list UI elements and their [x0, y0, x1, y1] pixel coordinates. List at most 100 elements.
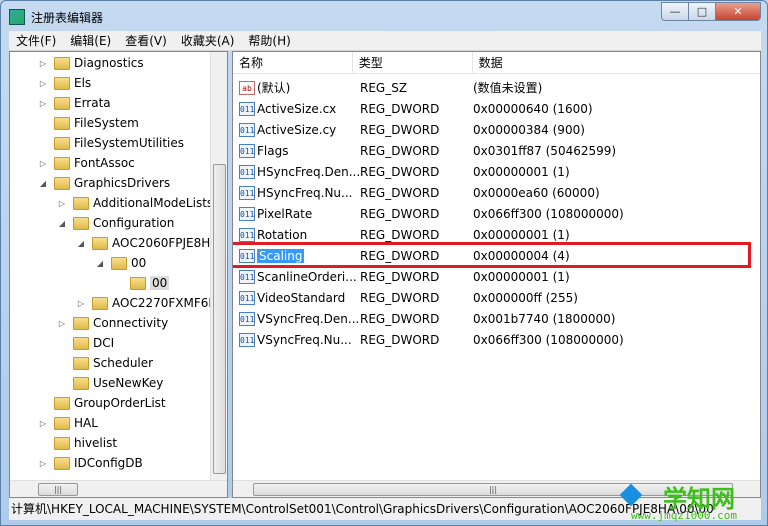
- value-name: Rotation: [257, 227, 308, 242]
- tree-item[interactable]: ▷ HAL: [38, 413, 98, 433]
- folder-icon: [54, 136, 70, 150]
- expand-toggle-icon[interactable]: ▷: [57, 319, 67, 328]
- tree-item-label: FileSystem: [74, 116, 139, 130]
- tree-item[interactable]: Scheduler: [57, 353, 153, 373]
- menu-file[interactable]: 文件(F): [9, 32, 63, 49]
- value-row[interactable]: 011 ScanlineOrderi... REG_DWORD 0x00000001 …: [233, 266, 570, 287]
- value-type: REG_DWORD: [360, 311, 440, 326]
- folder-icon: [73, 316, 89, 330]
- tree-item[interactable]: ◢ 00: [95, 253, 146, 273]
- tree-item-label: Connectivity: [93, 316, 169, 330]
- column-data[interactable]: 数据: [473, 52, 760, 74]
- tree-item-label: Diagnostics: [74, 56, 144, 70]
- folder-icon: [54, 396, 70, 410]
- menu-view[interactable]: 查看(V): [118, 32, 174, 49]
- expand-toggle-icon[interactable]: ▷: [38, 79, 48, 88]
- tree-item-label: Scheduler: [93, 356, 154, 370]
- value-data: 0x00000001 (1): [473, 227, 570, 242]
- expand-toggle-icon[interactable]: ▷: [76, 299, 86, 308]
- value-row[interactable]: 011 VSyncFreq.Nu... REG_DWORD 0x066ff300 (1…: [233, 329, 624, 350]
- binary-value-icon: 011: [239, 206, 255, 221]
- value-row[interactable]: 011 HSyncFreq.Den... REG_DWORD 0x00000001 (…: [233, 161, 570, 182]
- expand-toggle-icon[interactable]: ◢: [38, 179, 48, 188]
- tree-item-label: UseNewKey: [93, 376, 164, 390]
- expand-toggle-icon[interactable]: ▷: [57, 199, 67, 208]
- column-name[interactable]: 名称: [233, 52, 353, 74]
- value-name: Flags: [257, 143, 289, 158]
- tree-item[interactable]: ▷ Errata: [38, 93, 111, 113]
- tree-item-label: Configuration: [93, 216, 175, 230]
- tree-item[interactable]: ◢ Configuration: [57, 213, 174, 233]
- value-row[interactable]: 011 VideoStandard REG_DWORD 0x000000ff (255…: [233, 287, 578, 308]
- expand-toggle-icon[interactable]: ◢: [95, 259, 105, 268]
- tree-item[interactable]: ▷ IDConfigDB: [38, 453, 143, 473]
- value-data: (数值未设置): [473, 81, 543, 95]
- binary-value-icon: 011: [239, 290, 255, 305]
- tree-item[interactable]: DCI: [57, 333, 114, 353]
- menu-favorites[interactable]: 收藏夹(A): [174, 32, 242, 49]
- value-name: VSyncFreq.Nu...: [257, 332, 352, 347]
- window-title: 注册表编辑器: [31, 10, 104, 25]
- tree-item[interactable]: FileSystemUtilities: [38, 133, 184, 153]
- value-row[interactable]: 011 PixelRate REG_DWORD 0x066ff300 (1080000…: [233, 203, 624, 224]
- maximize-button[interactable]: □: [688, 2, 715, 21]
- tree-item[interactable]: 00: [114, 273, 170, 293]
- value-name: (默认): [257, 81, 291, 95]
- folder-icon: [73, 376, 89, 390]
- expand-toggle-icon[interactable]: ▷: [38, 459, 48, 468]
- tree-vertical-scrollbar[interactable]: [210, 52, 227, 481]
- value-row[interactable]: 011 ActiveSize.cy REG_DWORD 0x00000384 (900…: [233, 119, 585, 140]
- value-type: REG_DWORD: [360, 143, 440, 158]
- value-name: ActiveSize.cx: [257, 101, 337, 116]
- value-row[interactable]: ab (默认) REG_SZ (数值未设置): [233, 77, 542, 98]
- value-row[interactable]: 011 ActiveSize.cx REG_DWORD 0x00000640 (160…: [233, 98, 593, 119]
- binary-value-icon: 011: [239, 311, 255, 326]
- tree-item[interactable]: hivelist: [38, 433, 117, 453]
- value-row[interactable]: 011 HSyncFreq.Nu... REG_DWORD 0x0000ea60 (6…: [233, 182, 600, 203]
- tree-item[interactable]: ◢ GraphicsDrivers: [38, 173, 170, 193]
- tree-item[interactable]: GroupOrderList: [38, 393, 166, 413]
- menu-help[interactable]: 帮助(H): [241, 32, 297, 49]
- tree-item[interactable]: ▷ Els: [38, 73, 91, 93]
- expand-toggle-icon[interactable]: ▷: [38, 99, 48, 108]
- tree-item[interactable]: ▷ AOC2270FXMF6H: [76, 293, 217, 313]
- tree-horizontal-scrollbar[interactable]: |||: [10, 480, 227, 497]
- tree-item[interactable]: ▷ AdditionalModeLists: [57, 193, 213, 213]
- value-name: VSyncFreq.Den...: [257, 311, 360, 326]
- folder-icon: [54, 416, 70, 430]
- expand-toggle-icon[interactable]: ▷: [38, 159, 48, 168]
- folder-icon: [73, 216, 89, 230]
- expand-toggle-icon[interactable]: ◢: [57, 219, 67, 228]
- value-name: VideoStandard: [257, 290, 346, 305]
- registry-editor-window: 注册表编辑器 — □ ✕ 文件(F) 编辑(E) 查看(V) 收藏夹(A) 帮助…: [0, 0, 768, 526]
- expand-toggle-icon[interactable]: ▷: [38, 419, 48, 428]
- binary-value-icon: 011: [239, 185, 255, 200]
- tree-item-label: AOC2270FXMF6H: [112, 296, 218, 310]
- value-row[interactable]: 011 VSyncFreq.Den... REG_DWORD 0x001b7740 (…: [233, 308, 615, 329]
- tree-item[interactable]: UseNewKey: [57, 373, 163, 393]
- scroll-thumb[interactable]: [213, 164, 226, 474]
- column-header: 名称 类型 数据: [233, 52, 760, 74]
- tree-item[interactable]: ▷ Connectivity: [57, 313, 168, 333]
- binary-value-icon: 011: [239, 143, 255, 158]
- folder-icon: [54, 456, 70, 470]
- value-name: HSyncFreq.Den...: [257, 164, 361, 179]
- value-name: HSyncFreq.Nu...: [257, 185, 353, 200]
- folder-icon: [54, 156, 70, 170]
- value-type: REG_DWORD: [360, 290, 440, 305]
- tree-item[interactable]: ▷ Diagnostics: [38, 53, 144, 73]
- minimize-button[interactable]: —: [661, 2, 688, 21]
- value-row[interactable]: 011 Flags REG_DWORD 0x0301ff87 (50462599): [233, 140, 616, 161]
- expand-toggle-icon[interactable]: ◢: [76, 239, 86, 248]
- column-type[interactable]: 类型: [353, 52, 473, 74]
- value-type: REG_DWORD: [360, 185, 440, 200]
- menu-edit[interactable]: 编辑(E): [63, 32, 118, 49]
- tree-item[interactable]: ▷ FontAssoc: [38, 153, 135, 173]
- scroll-thumb[interactable]: |||: [38, 483, 78, 496]
- values-pane: 名称 类型 数据 ab (默认) REG_SZ (数值未设置) 011 ActiveSiz…: [232, 51, 761, 498]
- expand-toggle-icon[interactable]: ▷: [38, 59, 48, 68]
- tree-item-label: 00: [150, 276, 170, 290]
- close-button[interactable]: ✕: [715, 2, 761, 21]
- tree-item[interactable]: FileSystem: [38, 113, 139, 133]
- tree-item[interactable]: ◢ AOC2060FPJE8HA: [76, 233, 219, 253]
